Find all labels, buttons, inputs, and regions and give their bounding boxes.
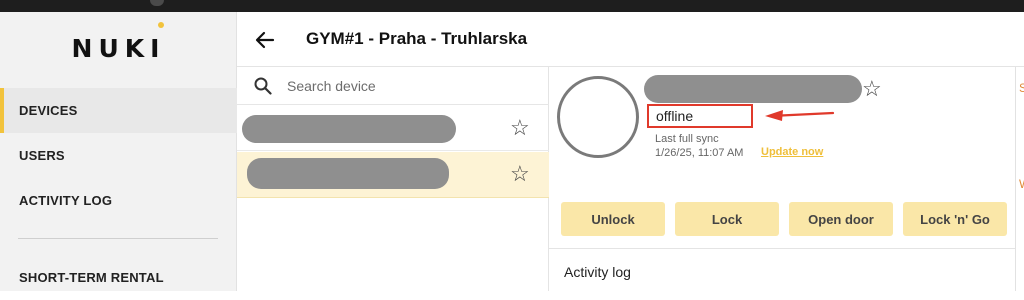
activity-divider: [549, 248, 1015, 249]
page-header: GYM#1 - Praha - Truhlarska: [237, 12, 1024, 67]
device-status-ring: [557, 76, 639, 158]
redacted-device-title: [644, 75, 862, 103]
annotation-arrow-icon: [765, 110, 835, 121]
edge-text: W: [1019, 177, 1024, 191]
search-bar: [237, 67, 549, 105]
star-icon[interactable]: ☆: [862, 78, 882, 100]
sidebar-item-users[interactable]: USERS: [0, 133, 237, 178]
lock-n-go-button[interactable]: Lock 'n' Go: [903, 202, 1007, 236]
unlock-button[interactable]: Unlock: [561, 202, 665, 236]
sidebar: NUKI DEVICES USERS ACTIVITY LOG SHORT-TE…: [0, 12, 237, 291]
nuki-logo: NUKI: [71, 34, 166, 63]
sidebar-item-activity-log[interactable]: ACTIVITY LOG: [0, 178, 237, 223]
page-title: GYM#1 - Praha - Truhlarska: [306, 29, 528, 48]
device-list-item-selected[interactable]: ☆: [237, 152, 549, 198]
redacted-device-name: [242, 115, 456, 143]
open-door-button[interactable]: Open door: [789, 202, 893, 236]
update-now-link[interactable]: Update now: [761, 146, 823, 158]
lock-button[interactable]: Lock: [675, 202, 779, 236]
status-badge: offline: [647, 104, 753, 128]
window-top-strip: [0, 0, 1024, 12]
edge-text: S: [1019, 81, 1024, 95]
top-strip-notch: [150, 0, 164, 6]
sync-label: Last full sync: [655, 133, 719, 145]
arrow-left-icon[interactable]: [254, 29, 276, 51]
logo-accent-dot: [158, 22, 164, 28]
sidebar-item-short-term-rental[interactable]: SHORT-TERM RENTAL: [0, 255, 237, 300]
redacted-device-name: [247, 158, 449, 189]
device-list-item[interactable]: ☆: [237, 105, 549, 151]
star-icon[interactable]: ☆: [510, 117, 530, 139]
sidebar-item-devices[interactable]: DEVICES: [0, 88, 237, 133]
star-icon[interactable]: ☆: [510, 163, 530, 185]
status-text: offline: [656, 108, 694, 124]
search-input[interactable]: [287, 74, 527, 98]
search-icon: [254, 77, 272, 95]
device-detail-panel: ☆ offline Last full sync 1/26/25, 11:07 …: [549, 67, 1015, 291]
device-list-panel: ☆ ☆: [237, 67, 549, 291]
right-panel-edge: S W: [1015, 67, 1024, 291]
activity-log-title: Activity log: [564, 264, 631, 280]
sidebar-divider: [18, 238, 218, 239]
sync-timestamp: 1/26/25, 11:07 AM: [655, 147, 744, 159]
